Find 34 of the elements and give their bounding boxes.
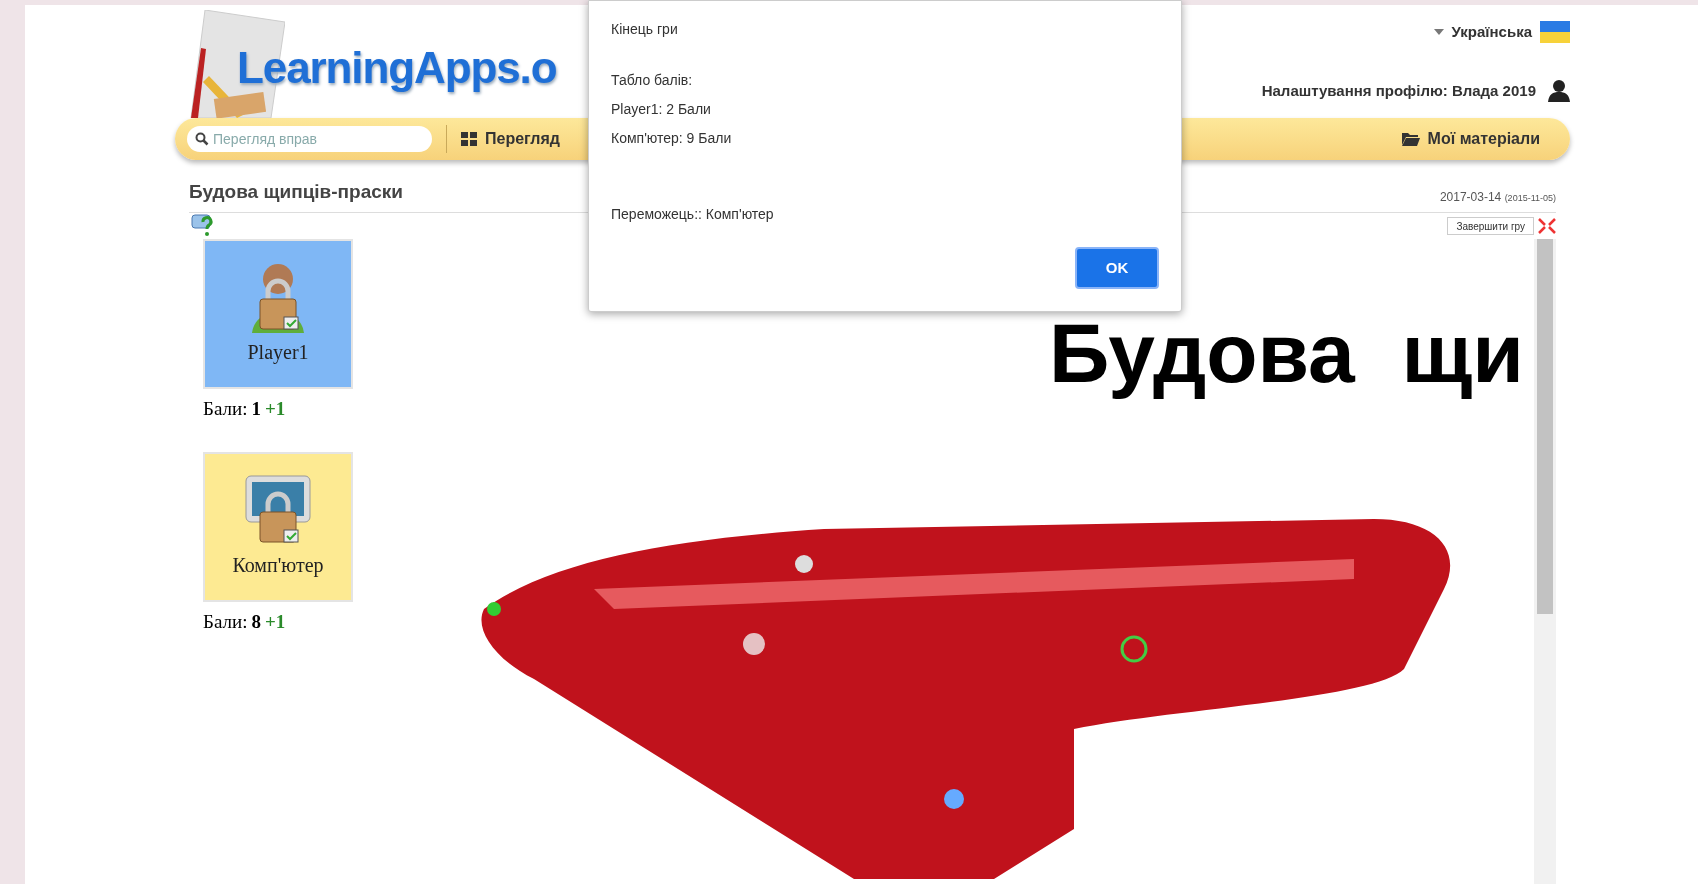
scrollbar[interactable] xyxy=(1534,239,1556,884)
player-name: Комп'ютер xyxy=(232,552,324,579)
search-icon xyxy=(195,132,209,146)
score-value: 8 xyxy=(251,609,261,634)
score-bonus: +1 xyxy=(264,609,286,634)
dialog-text: Комп'ютер: 9 Бали xyxy=(611,129,733,148)
user-icon xyxy=(1548,79,1570,102)
language-selector[interactable]: Українська xyxy=(1451,21,1532,44)
folder-icon xyxy=(1401,132,1420,146)
dropdown-caret-icon xyxy=(1433,29,1444,36)
fullscreen-icon[interactable] xyxy=(1538,218,1556,234)
app-date: 2017-03-14 (2015-11-05) xyxy=(1439,189,1556,206)
end-game-button[interactable]: Завершити гру xyxy=(1447,217,1534,235)
ok-button[interactable]: OK xyxy=(1075,247,1159,289)
score-label: Бали: xyxy=(203,609,248,634)
grid-icon xyxy=(461,132,477,146)
profile-link[interactable]: Налаштування профілю: Влада 2019 xyxy=(1261,79,1536,102)
score-value: 1 xyxy=(251,397,261,421)
player-name: Player1 xyxy=(247,340,309,366)
dialog-result: Переможець:: Комп'ютер xyxy=(611,205,775,224)
nav-button[interactable]: Мої матеріали xyxy=(1401,127,1558,151)
player-card[interactable]: Player1 xyxy=(203,239,353,389)
logo-text[interactable]: LearningApps.o xyxy=(237,35,557,101)
locked-monitor-icon xyxy=(242,473,314,546)
app-title: Будова щипців-праски xyxy=(189,179,403,204)
nav-button[interactable]: Перегляд xyxy=(461,127,560,151)
ukraine-flag-icon xyxy=(1540,21,1570,44)
dialog-text: Player1: 2 Бали xyxy=(611,100,712,119)
dialog-title: Кінець гри xyxy=(611,20,679,39)
score-bonus: +1 xyxy=(264,397,286,421)
score-label: Бали: xyxy=(203,397,248,421)
player-card[interactable]: Комп'ютер xyxy=(203,451,353,602)
search-field[interactable]: Перегляд вправ xyxy=(187,126,432,152)
dialog-text: Табло балів: xyxy=(611,71,694,90)
